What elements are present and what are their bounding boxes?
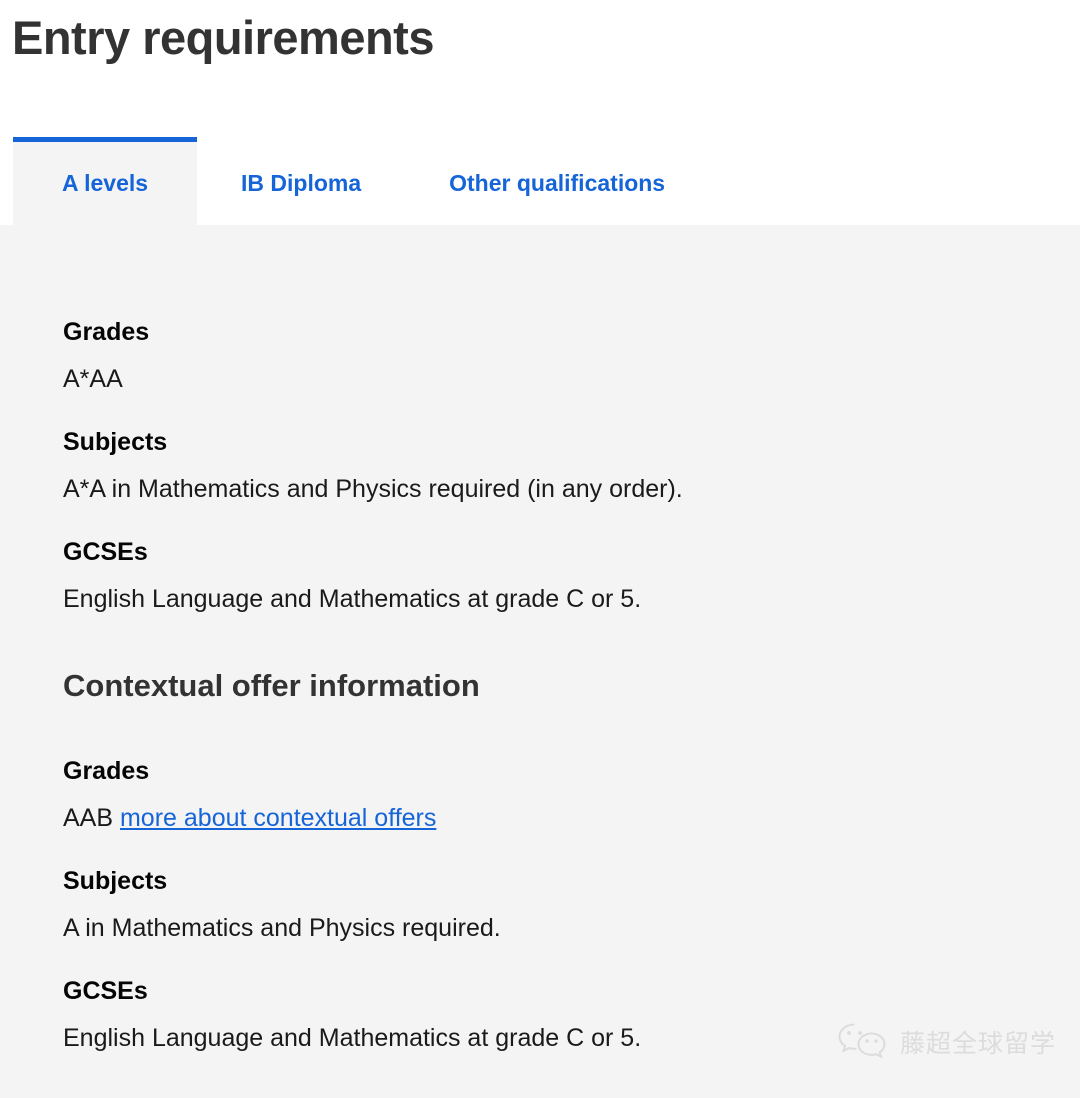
standard-gcses-value: English Language and Mathematics at grad…	[63, 585, 642, 613]
contextual-gcses-label: GCSEs	[63, 977, 148, 1005]
tab-bar-container: A levels IB Diploma Other qualifications	[0, 137, 1080, 225]
contextual-grades-label: Grades	[63, 757, 150, 785]
contextual-grades-value-row: AAB more about contextual offers	[63, 806, 1080, 831]
contextual-offers-link[interactable]: more about contextual offers	[120, 804, 436, 832]
contextual-grades-field: Grades AAB more about contextual offers	[63, 759, 1080, 831]
contextual-grades-value: AAB	[63, 804, 114, 832]
contextual-offer-heading: Contextual offer information	[63, 668, 480, 703]
standard-gcses-label: GCSEs	[63, 538, 148, 566]
contextual-gcses-value: English Language and Mathematics at grad…	[63, 1024, 642, 1052]
standard-subjects-value: A*A in Mathematics and Physics required …	[63, 475, 683, 503]
standard-grades-field: Grades A*AA	[63, 320, 1080, 392]
tab-ib-diploma[interactable]: IB Diploma	[197, 137, 406, 225]
standard-subjects-label: Subjects	[63, 428, 168, 456]
standard-grades-value: A*AA	[63, 365, 123, 393]
tab-ib-diploma-label: IB Diploma	[241, 170, 362, 196]
tab-list: A levels IB Diploma Other qualifications	[0, 137, 1080, 225]
contextual-subjects-field: Subjects A in Mathematics and Physics re…	[63, 869, 1080, 941]
contextual-subjects-label: Subjects	[63, 867, 168, 895]
entry-requirements-panel: Grades A*AA Subjects A*A in Mathematics …	[0, 225, 1080, 1098]
tab-other-qualifications[interactable]: Other qualifications	[405, 137, 710, 225]
contextual-subjects-value: A in Mathematics and Physics required.	[63, 914, 501, 942]
contextual-gcses-field: GCSEs English Language and Mathematics a…	[63, 979, 1080, 1051]
tab-a-levels-label: A levels	[61, 170, 149, 196]
page-title: Entry requirements	[12, 11, 434, 64]
standard-grades-label: Grades	[63, 318, 150, 346]
tab-other-qualifications-label: Other qualifications	[449, 170, 666, 196]
standard-subjects-field: Subjects A*A in Mathematics and Physics …	[63, 430, 1080, 502]
tab-a-levels[interactable]: A levels	[13, 137, 197, 225]
standard-gcses-field: GCSEs English Language and Mathematics a…	[63, 540, 1080, 612]
